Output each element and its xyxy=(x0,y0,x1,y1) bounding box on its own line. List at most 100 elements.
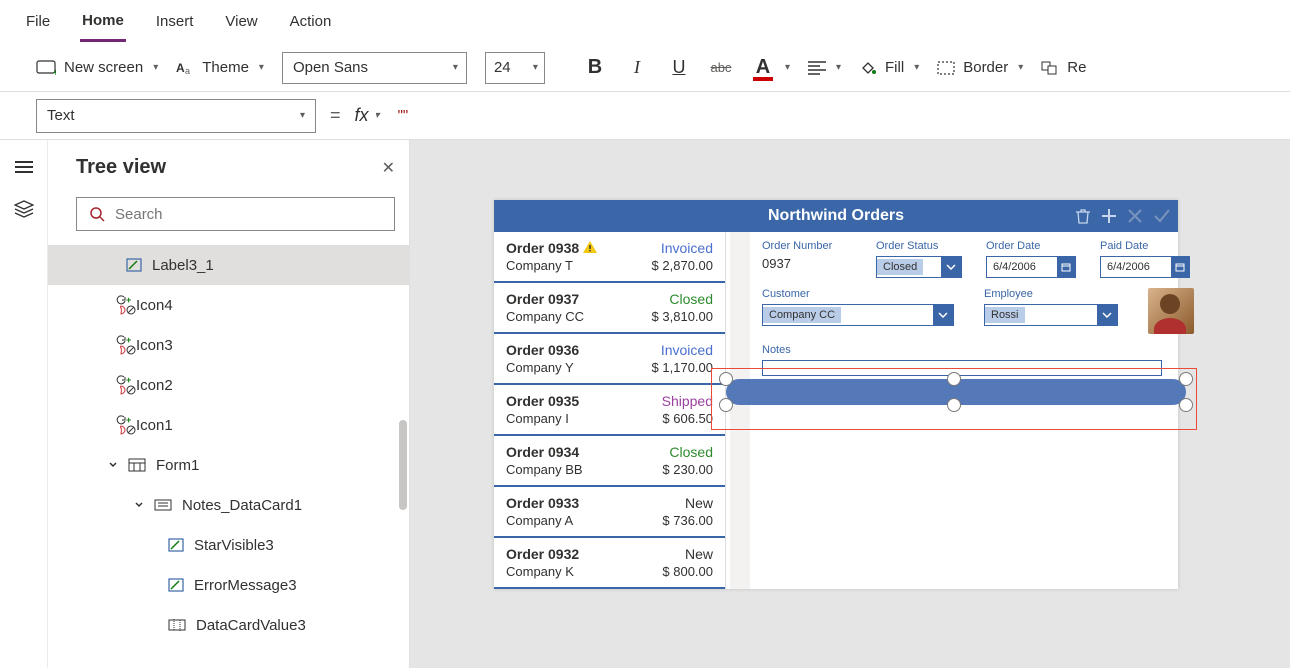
calendar-icon xyxy=(1171,257,1189,277)
order-status: New xyxy=(685,495,713,511)
underline-button[interactable]: U xyxy=(667,57,691,78)
menu-view[interactable]: View xyxy=(223,3,259,40)
chevron-down-icon: ▾ xyxy=(785,62,790,73)
order-amount: $ 3,810.00 xyxy=(652,309,713,324)
node-icon xyxy=(168,619,186,631)
tree-node[interactable]: Notes_DataCard1 xyxy=(76,485,395,525)
tree-node[interactable]: ErrorMessage3 xyxy=(76,565,395,605)
chevron-down-icon: ▾ xyxy=(453,62,458,73)
caret-icon[interactable] xyxy=(108,460,118,470)
order-list[interactable]: Order 0938 InvoicedCompany T$ 2,870.00Or… xyxy=(494,232,726,589)
order-company: Company BB xyxy=(506,462,583,477)
order-item[interactable]: Order 0933NewCompany A$ 736.00 xyxy=(494,487,725,538)
chevron-down-icon: ▾ xyxy=(836,62,841,73)
order-date-value: 6/4/2006 xyxy=(987,261,1042,273)
app-body: Order 0938 InvoicedCompany T$ 2,870.00Or… xyxy=(494,232,1178,589)
order-item[interactable]: Order 0935ShippedCompany I$ 606.50 xyxy=(494,385,725,436)
bold-button[interactable]: B xyxy=(583,56,607,79)
strike-button[interactable]: abc xyxy=(709,60,733,75)
menu-file[interactable]: File xyxy=(24,3,52,40)
fill-icon xyxy=(859,60,877,76)
employee-label: Employee xyxy=(984,288,1124,300)
tree-view-rail-button[interactable] xyxy=(14,200,34,218)
menu-home[interactable]: Home xyxy=(80,2,126,42)
order-company: Company A xyxy=(506,513,573,528)
border-button[interactable]: Border ▾ xyxy=(937,59,1023,76)
align-button[interactable]: ▾ xyxy=(808,61,841,75)
order-list-scrollbar[interactable] xyxy=(730,232,750,589)
order-item[interactable]: Order 0934ClosedCompany BB$ 230.00 xyxy=(494,436,725,487)
tree-node[interactable]: +Icon1 xyxy=(76,405,395,445)
tree-search[interactable] xyxy=(76,197,395,231)
property-select[interactable]: Text ▾ xyxy=(36,99,316,133)
order-title: Order 0937 xyxy=(506,291,579,307)
tree-node[interactable]: StarVisible3 xyxy=(76,525,395,565)
tree-view-panel: Tree view ✕ Label3_1+Icon4+Icon3+Icon2+I… xyxy=(48,140,410,668)
menu-action[interactable]: Action xyxy=(288,3,334,40)
tree-node[interactable]: Label3_1 xyxy=(48,245,409,285)
order-number-value: 0937 xyxy=(762,256,852,271)
node-label: StarVisible3 xyxy=(194,537,274,554)
order-amount: $ 606.50 xyxy=(662,411,713,426)
notes-input[interactable] xyxy=(762,360,1162,376)
left-rail xyxy=(0,140,48,668)
font-color-button[interactable]: A ▾ xyxy=(751,56,790,79)
tree-search-input[interactable] xyxy=(115,206,382,223)
tree-node[interactable]: +Icon2 xyxy=(76,365,395,405)
font-size-select[interactable]: 24 ▾ xyxy=(485,52,545,84)
order-item[interactable]: Order 0936InvoicedCompany Y$ 1,170.00 xyxy=(494,334,725,385)
fill-button[interactable]: Fill ▾ xyxy=(859,59,919,76)
order-status-value: Closed xyxy=(877,259,923,275)
theme-icon: Aa xyxy=(176,60,194,76)
font-select[interactable]: Open Sans ▾ xyxy=(282,52,467,84)
trash-icon[interactable] xyxy=(1076,208,1090,224)
reorder-button[interactable]: Re xyxy=(1041,59,1086,76)
tree-node[interactable]: Form1 xyxy=(76,445,395,485)
border-label: Border xyxy=(963,59,1008,76)
node-icon xyxy=(126,258,142,272)
paid-date-input[interactable]: 6/4/2006 xyxy=(1100,256,1190,278)
close-icon[interactable]: ✕ xyxy=(382,158,395,178)
order-item[interactable]: Order 0938 InvoicedCompany T$ 2,870.00 xyxy=(494,232,725,283)
new-screen-button[interactable]: + New screen ▾ xyxy=(36,59,158,76)
order-date-input[interactable]: 6/4/2006 xyxy=(986,256,1076,278)
fx-button[interactable]: fx ▾ xyxy=(355,105,380,126)
tree-node[interactable]: +Icon4 xyxy=(76,285,395,325)
paid-date-label: Paid Date xyxy=(1100,240,1190,252)
reorder-label: Re xyxy=(1067,59,1086,76)
svg-text:a: a xyxy=(185,66,190,76)
order-status: Invoiced xyxy=(661,240,713,256)
italic-button[interactable]: I xyxy=(625,57,649,78)
order-company: Company I xyxy=(506,411,569,426)
hamburger-icon[interactable] xyxy=(15,158,33,176)
plus-icon[interactable] xyxy=(1102,209,1116,223)
theme-button[interactable]: Aa Theme ▾ xyxy=(176,59,264,76)
customer-select[interactable]: Company CC xyxy=(762,304,954,326)
chevron-down-icon: ▾ xyxy=(375,110,380,121)
tree-node[interactable]: DataCardValue3 xyxy=(76,605,395,645)
node-label: Icon1 xyxy=(136,417,173,434)
order-item[interactable]: Order 0932NewCompany K$ 800.00 xyxy=(494,538,725,589)
formula-bar: Text ▾ = fx ▾ "" xyxy=(0,92,1290,140)
check-icon[interactable] xyxy=(1154,209,1170,223)
chevron-down-icon: ▾ xyxy=(533,62,538,73)
svg-text:A: A xyxy=(176,61,185,75)
new-screen-label: New screen xyxy=(64,59,143,76)
order-title: Order 0933 xyxy=(506,495,579,511)
calendar-icon xyxy=(1057,257,1075,277)
menu-insert[interactable]: Insert xyxy=(154,3,196,40)
chevron-down-icon: ▾ xyxy=(153,62,158,73)
caret-icon[interactable] xyxy=(134,500,144,510)
employee-avatar xyxy=(1148,288,1194,334)
canvas[interactable]: Northwind Orders Order 0938 InvoicedComp… xyxy=(410,140,1290,668)
cancel-icon[interactable] xyxy=(1128,209,1142,223)
order-item[interactable]: Order 0937ClosedCompany CC$ 3,810.00 xyxy=(494,283,725,334)
employee-select[interactable]: Rossi xyxy=(984,304,1118,326)
order-status-select[interactable]: Closed xyxy=(876,256,962,278)
order-amount: $ 1,170.00 xyxy=(652,360,713,375)
theme-label: Theme xyxy=(202,59,249,76)
tree-scrollbar[interactable] xyxy=(399,420,407,510)
order-list-wrap: Order 0938 InvoicedCompany T$ 2,870.00Or… xyxy=(494,232,750,589)
tree-node[interactable]: +Icon3 xyxy=(76,325,395,365)
formula-value[interactable]: "" xyxy=(398,107,409,124)
